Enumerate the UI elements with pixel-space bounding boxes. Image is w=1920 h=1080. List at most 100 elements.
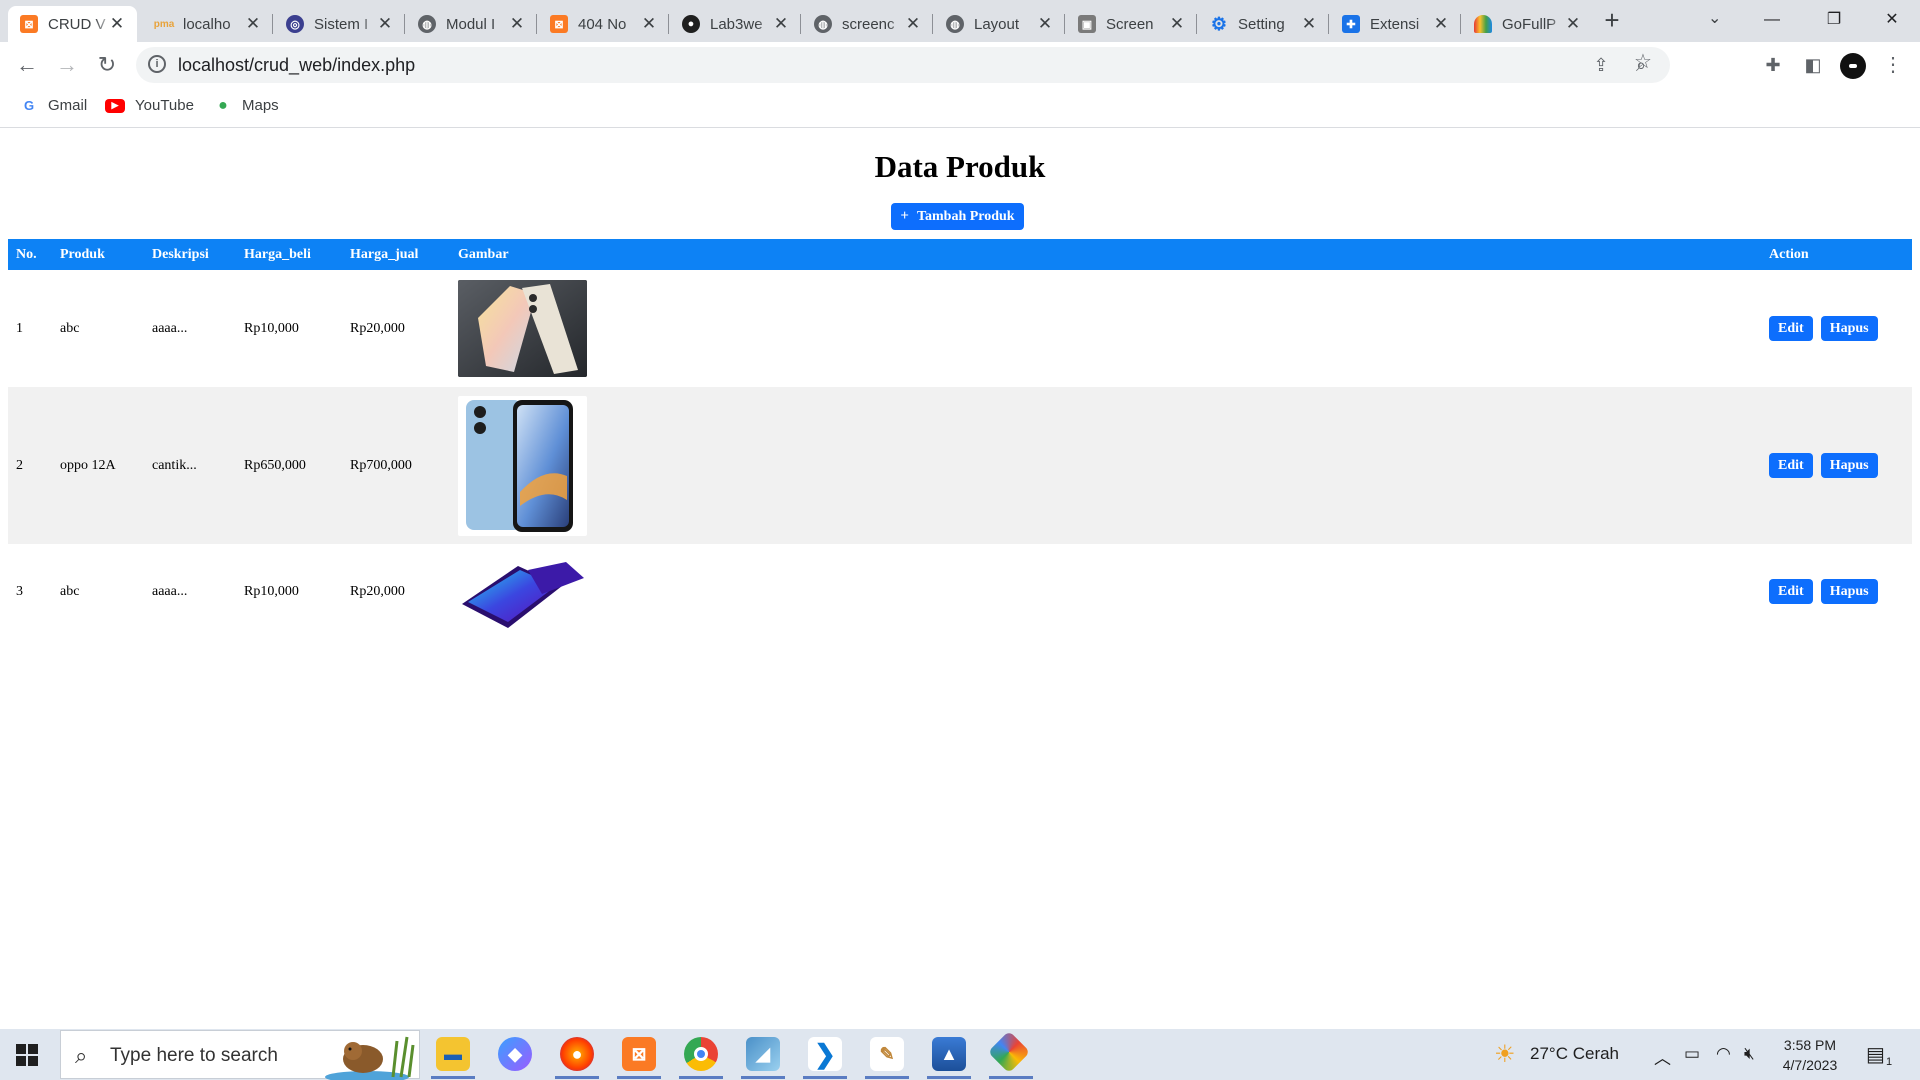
add-product-button[interactable]: + Tambah Produk (891, 203, 1024, 230)
tab-extensions[interactable]: ✚ Extensi ✕ (1330, 6, 1461, 42)
tab-screen[interactable]: ▣ Screen ✕ (1066, 6, 1197, 42)
tab-title: Extensi (1370, 15, 1420, 33)
tab-modul[interactable]: ◍ Modul I ✕ (406, 6, 537, 42)
google-icon: G (23, 98, 35, 113)
clock[interactable]: 3:58 PM 4/7/2023 (1768, 1035, 1852, 1075)
tab-phpmyadmin[interactable]: pma localho ✕ (143, 6, 273, 42)
reload-icon[interactable]: ↻ (92, 50, 122, 80)
close-icon[interactable]: ✕ (1167, 14, 1187, 34)
close-icon[interactable]: ✕ (375, 14, 395, 34)
rainbow-icon (1474, 15, 1492, 33)
cell-gambar (450, 270, 1761, 387)
bookmark-gmail[interactable]: G Gmail (20, 97, 87, 114)
xampp-taskbar-icon[interactable]: ⊠ (622, 1037, 656, 1071)
window-close-icon[interactable]: ✕ (1872, 6, 1912, 34)
taskbar-search-box[interactable]: ⌕ Type here to search (60, 1030, 420, 1080)
tab-crud[interactable]: ⊠ CRUD V ✕ (8, 6, 137, 42)
bookmark-maps[interactable]: ● Maps (214, 96, 279, 115)
close-icon[interactable]: ✕ (639, 14, 659, 34)
delete-button[interactable]: Hapus (1820, 316, 1878, 341)
weather-text[interactable]: 27°C Cerah (1530, 1044, 1619, 1064)
forward-icon[interactable]: → (52, 50, 82, 80)
profile-avatar[interactable] (1840, 53, 1866, 79)
cell-action: Edit Hapus (1761, 270, 1912, 387)
tab-strip: ⊠ CRUD V ✕ pma localho ✕ ◎ Sistem I ✕ ◍ … (0, 0, 1920, 42)
clock-date: 4/7/2023 (1782, 1057, 1838, 1073)
phone-gold-image (458, 280, 587, 377)
edit-button[interactable]: Edit (1769, 316, 1813, 341)
tab-title: CRUD V (48, 15, 106, 33)
cell-harga-beli: Rp10,000 (244, 583, 299, 599)
tab-layout[interactable]: ◍ Layout ✕ (934, 6, 1065, 42)
github-icon: ● (682, 15, 700, 33)
copilot-icon[interactable]: ◆ (498, 1037, 532, 1071)
close-icon[interactable]: ✕ (243, 14, 263, 34)
plus-icon: + (900, 208, 909, 224)
cell-gambar (450, 387, 1761, 544)
tab-search-chevron-icon[interactable]: ⌄ (1708, 8, 1721, 28)
close-icon[interactable]: ✕ (507, 14, 527, 34)
address-bar[interactable]: i localhost/crud_web/index.php ⌕ ⇪ (136, 47, 1670, 83)
firefox-icon[interactable]: ● (560, 1037, 594, 1071)
cell-produk: oppo 12A (60, 457, 116, 473)
edit-button[interactable]: Edit (1769, 579, 1813, 604)
file-explorer-icon[interactable]: ▬ (436, 1037, 470, 1071)
new-tab-button[interactable]: + (1598, 6, 1626, 34)
close-icon[interactable]: ✕ (1035, 14, 1055, 34)
close-icon[interactable]: ✕ (1299, 14, 1319, 34)
globe-icon: ◍ (418, 15, 436, 33)
tab-screenc[interactable]: ◍ screenc ✕ (802, 6, 933, 42)
close-icon[interactable]: ✕ (903, 14, 923, 34)
battery-icon[interactable]: ▭ (1684, 1044, 1700, 1064)
notification-icon[interactable]: ▤ (1866, 1042, 1885, 1067)
tab-404[interactable]: ⊠ 404 No ✕ (538, 6, 669, 42)
delete-button[interactable]: Hapus (1820, 453, 1878, 478)
tray-chevron-icon[interactable]: ︿ (1654, 1044, 1671, 1069)
side-panel-icon[interactable]: ◧ (1800, 52, 1826, 78)
vscode-icon[interactable]: ❯ (808, 1037, 842, 1071)
tab-title: Modul I (446, 15, 496, 33)
chrome-icon[interactable] (684, 1037, 718, 1071)
back-icon[interactable]: ← (12, 50, 42, 80)
close-icon[interactable]: ✕ (1431, 14, 1451, 34)
wifi-icon[interactable]: ◠ (1716, 1044, 1731, 1064)
maps-pin-icon: ● (218, 96, 228, 114)
tab-sistem[interactable]: ◎ Sistem I ✕ (274, 6, 405, 42)
tab-gofullpage[interactable]: GoFullP ✕ (1462, 6, 1593, 42)
windows-start-icon[interactable] (16, 1044, 38, 1066)
delete-button[interactable]: Hapus (1820, 579, 1878, 604)
cell-action: Edit Hapus (1761, 544, 1912, 639)
tab-title: GoFullP (1502, 15, 1557, 33)
tab-github[interactable]: ● Lab3we ✕ (670, 6, 801, 42)
weather-icon[interactable]: ☀ (1494, 1040, 1516, 1069)
menu-dots-icon[interactable]: ⋮ (1880, 52, 1906, 78)
bookmark-label: YouTube (135, 97, 194, 114)
paint-icon[interactable]: ✎ (870, 1037, 904, 1071)
cell-no: 2 (16, 457, 23, 473)
site-info-icon[interactable]: i (148, 55, 166, 73)
header-deskripsi: Deskripsi (152, 246, 209, 262)
close-icon[interactable]: ✕ (1563, 14, 1583, 34)
edit-button[interactable]: Edit (1769, 453, 1813, 478)
photos-icon[interactable]: ▲ (932, 1037, 966, 1071)
cell-no: 1 (16, 320, 23, 336)
globe-icon: ◍ (946, 15, 964, 33)
cell-deskripsi: aaaa... (152, 320, 188, 336)
tab-settings[interactable]: ⚙ Setting ✕ (1198, 6, 1329, 42)
header-harga-jual: Harga_jual (350, 246, 419, 262)
volume-muted-icon[interactable]: 🔇︎ (1744, 1044, 1755, 1064)
snipping-icon[interactable] (987, 1030, 1031, 1074)
product-table: No. Produk Deskripsi Harga_beli Harga_ju… (8, 239, 1912, 639)
minimize-icon[interactable]: — (1752, 6, 1792, 34)
close-icon[interactable]: ✕ (107, 14, 127, 34)
restore-icon[interactable]: ❐ (1814, 6, 1854, 34)
editor-taskbar-icon[interactable]: ◢ (746, 1037, 780, 1071)
bookmark-label: Maps (242, 97, 279, 114)
share-icon[interactable]: ⇪ (1590, 54, 1612, 76)
bookmark-youtube[interactable]: ▶ YouTube (105, 97, 194, 114)
url-text[interactable]: localhost/crud_web/index.php (178, 55, 415, 76)
bookmark-star-icon[interactable]: ☆ (1630, 49, 1656, 75)
cell-deskripsi: cantik... (152, 457, 197, 473)
close-icon[interactable]: ✕ (771, 14, 791, 34)
extensions-puzzle-icon[interactable]: ✚ (1760, 52, 1786, 78)
